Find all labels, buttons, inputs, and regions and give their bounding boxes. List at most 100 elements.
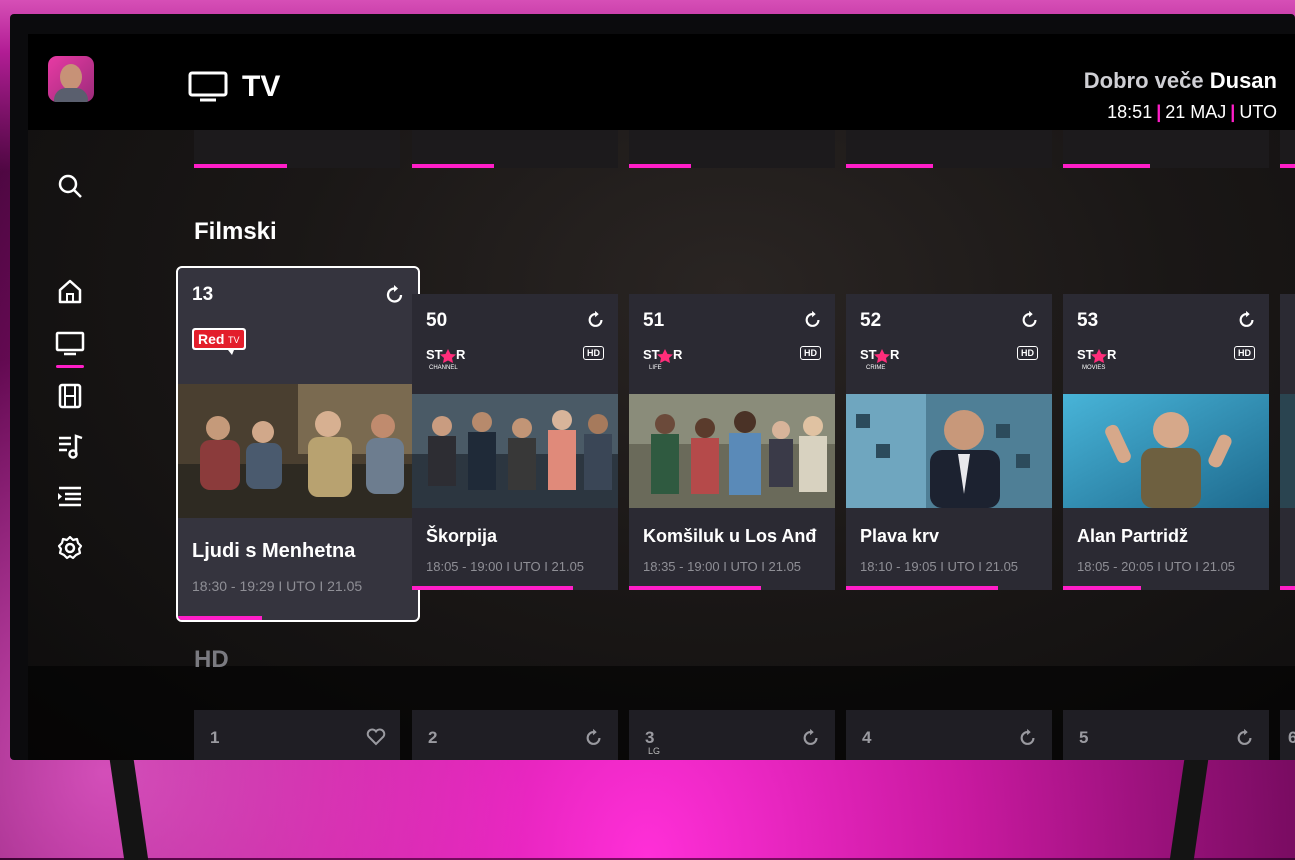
channel-logo: Red TV [192,326,248,361]
svg-text:LIFE: LIFE [649,365,662,371]
restart-icon[interactable] [1020,310,1040,330]
program-title: Škorpija [426,526,498,546]
progress-bar [412,586,573,590]
channel-card[interactable]: 50 ST R CHANNEL HD Škorpija 18:05 - 19:00 … [412,294,618,590]
hd-badge: HD [1234,346,1255,360]
program-time: 18:30 - 19:29 I UTO I 21.05 [192,578,363,594]
program-thumbnail [846,394,1052,508]
previous-row-card[interactable] [1063,130,1269,168]
program-thumbnail [178,384,418,518]
hd-channel-card[interactable]: 6 [1280,710,1295,760]
channel-number: 1 [210,728,220,747]
program-thumbnail [1063,394,1269,508]
top-bar: TV Dobro veče Dusan 18:51 | 21 MAJ | UTO [28,34,1295,130]
restart-icon[interactable] [1235,728,1255,748]
previous-row-card[interactable] [846,130,1052,168]
previous-row-card[interactable] [1280,130,1295,168]
restart-icon[interactable] [586,310,606,330]
svg-text:CHANNEL: CHANNEL [429,365,458,371]
channel-card[interactable]: 52 ST R CRIME HD Plava krv 18:10 - 19:05 I… [846,294,1052,590]
hd-badge: HD [583,346,604,360]
restart-icon[interactable] [801,728,821,748]
svg-text:R: R [456,347,466,362]
channel-logo: ST R LIFE [643,346,689,377]
sidebar-item-movies[interactable] [54,380,86,412]
date: 21 MAJ [1165,102,1227,122]
home-icon [58,279,82,304]
tv-icon [55,331,85,356]
program-title: Plava krv [860,526,940,546]
channel-card[interactable]: 51 ST R LIFE HD Komšiluk u Los Anđ 18:35 -… [629,294,835,590]
restart-icon[interactable] [384,284,406,306]
progress-bar [178,616,262,620]
page-title: TV [242,70,281,103]
program-time: 18:05 - 19:00 I UTO I 21.05 [426,559,585,574]
previous-row-card[interactable] [412,130,618,168]
svg-text:TV: TV [228,335,240,345]
program-thumbnail [1280,394,1295,508]
hd-channel-card[interactable]: 4 [846,710,1052,760]
program-title: Komšiluk u Los Anđ [643,526,817,546]
section-title-hd: HD [194,646,229,673]
gear-icon [57,535,83,560]
heart-icon[interactable] [366,728,386,746]
previous-row-card[interactable] [194,130,400,168]
channel-number: 13 [192,284,214,305]
date-time: 18:51 | 21 MAJ | UTO [1107,102,1277,122]
tv-screen: TV Dobro veče Dusan 18:51|21 MAJ|UTO [28,34,1295,760]
film-icon [58,383,82,409]
program-title: Alan Partridž [1077,526,1189,546]
sidebar-item-settings[interactable] [54,532,86,564]
channel-number: 2 [428,728,438,747]
program-time: 18:05 - 20:05 I UTO I 21.05 [1077,559,1236,574]
sidebar-item-home[interactable] [54,276,86,308]
sidebar-item-search[interactable] [54,170,86,202]
svg-text:MOVIES: MOVIES [1082,365,1105,371]
previous-row-card[interactable] [629,130,835,168]
sidebar-item-tv[interactable] [54,328,86,368]
hd-channel-card[interactable]: 1 [194,710,400,760]
sidebar-item-list[interactable] [54,480,86,512]
hd-badge: HD [1017,346,1038,360]
hd-channel-card[interactable]: 2 [412,710,618,760]
channel-number: 4 [862,728,872,747]
channel-card[interactable] [1280,294,1295,590]
progress-bar [1063,586,1142,590]
search-icon [58,174,82,198]
avatar[interactable] [48,56,94,102]
program-thumbnail [629,394,835,508]
progress-bar [846,586,999,590]
svg-text:CRIME: CRIME [866,365,885,371]
channel-logo: ST R CRIME [860,346,906,377]
program-title: Ljudi s Menhetna [192,540,356,562]
restart-icon[interactable] [1018,728,1038,748]
weekday: UTO [1239,102,1277,122]
progress-bar [1280,586,1295,590]
program-time: 18:35 - 19:00 I UTO I 21.05 [643,559,802,574]
program-time: 18:10 - 19:05 I UTO I 21.05 [860,559,1019,574]
section-title-movies: Filmski [194,218,277,245]
svg-text:R: R [890,347,900,362]
channel-card[interactable]: 13 Red TV Ljudi s Menhetna 18:30 - 19:29 … [176,266,420,622]
page-title-group: TV [188,70,280,104]
restart-icon[interactable] [803,310,823,330]
clock: 18:51 [1107,102,1153,122]
user-name: Dusan [1209,68,1277,93]
channel-card[interactable]: 53 ST R MOVIES HD Alan Partridž 18:05 - 20… [1063,294,1269,590]
restart-icon[interactable] [1237,310,1257,330]
tv-icon [188,71,228,103]
svg-text:R: R [1107,347,1117,362]
channel-logo: ST R CHANNEL [426,346,472,377]
svg-text:Red: Red [198,331,224,347]
hd-channel-card[interactable]: 5 [1063,710,1269,760]
channel-number: 5 [1079,728,1089,747]
channel-number: 53 [1077,310,1099,331]
hd-badge: HD [800,346,821,360]
channel-number: 52 [860,310,882,331]
restart-icon[interactable] [584,728,604,748]
channel-logo: ST R MOVIES [1077,346,1123,377]
sidebar-item-music[interactable] [54,430,86,462]
tv-brand-logo: LG [648,746,661,756]
greeting: Dobro veče Dusan [1084,68,1277,94]
svg-text:R: R [673,347,683,362]
